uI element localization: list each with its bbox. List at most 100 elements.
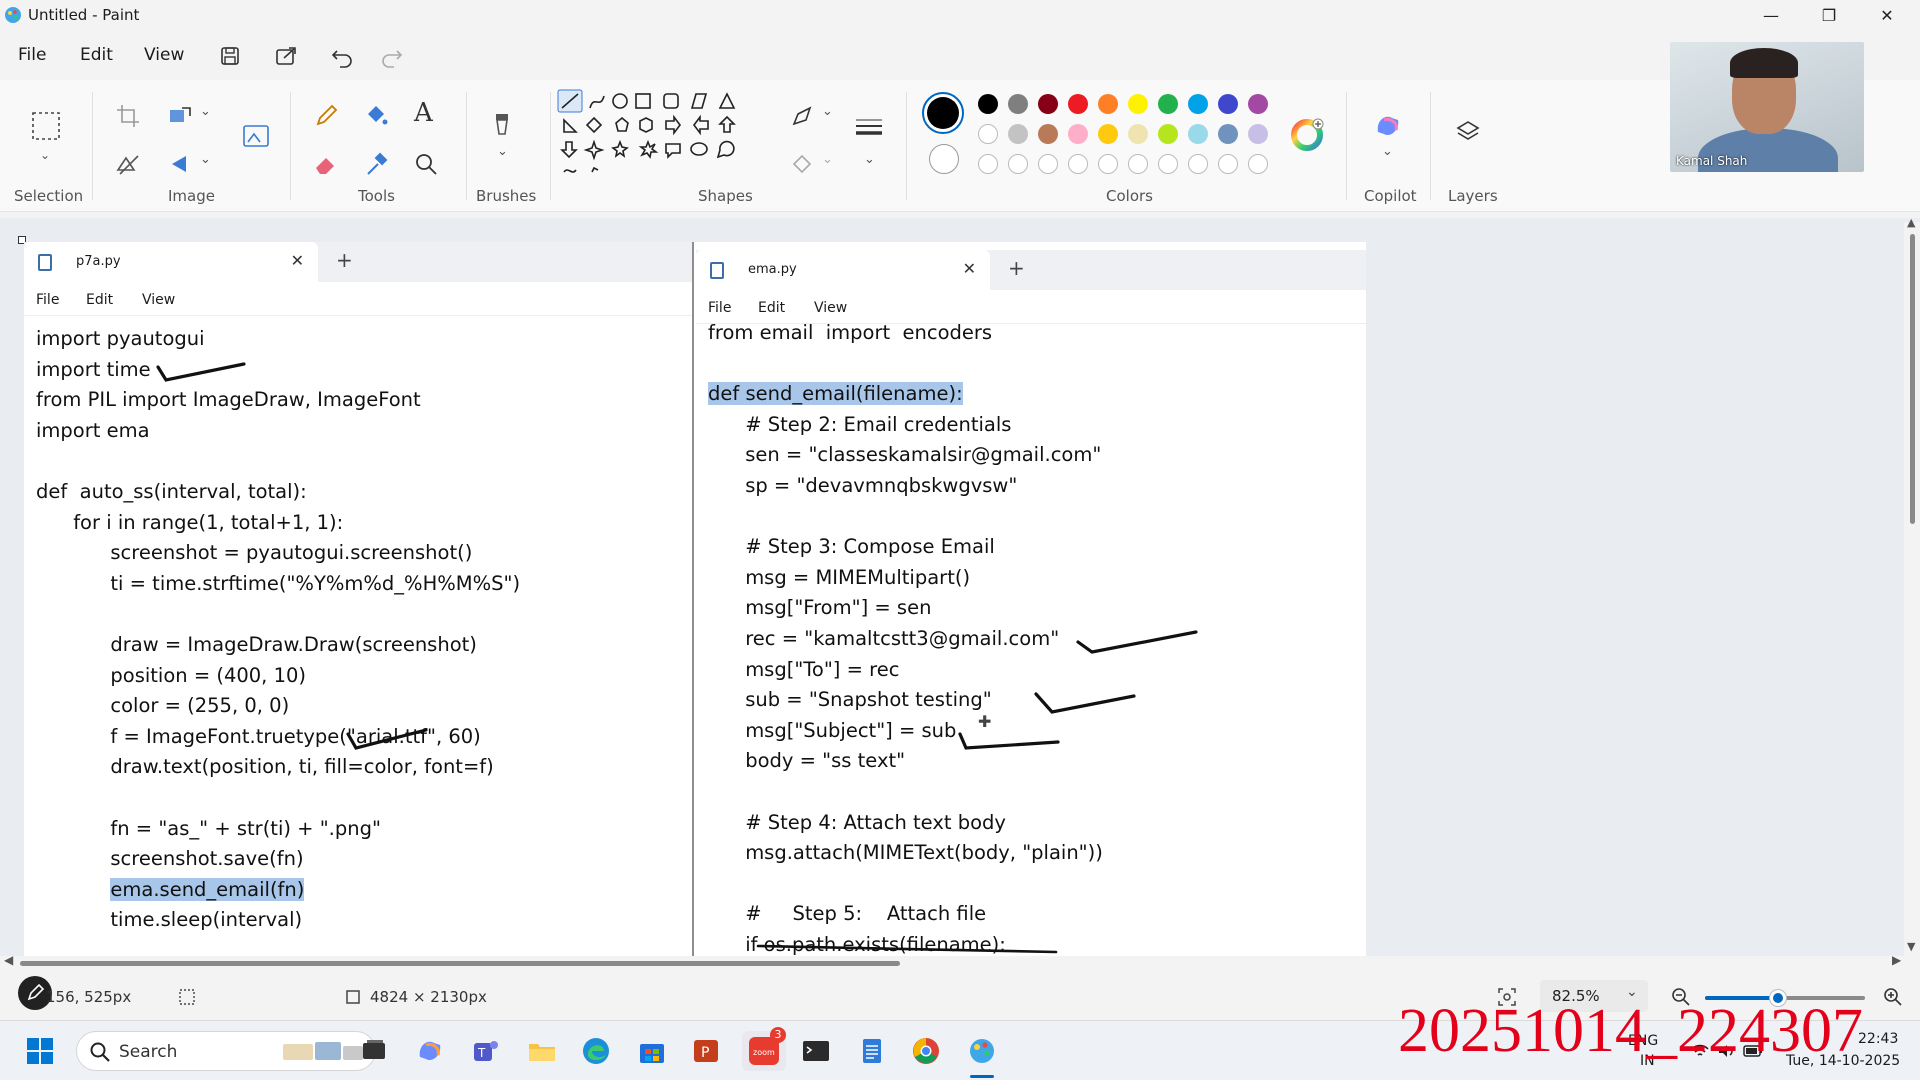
custom-color-slot[interactable] bbox=[1038, 154, 1058, 174]
custom-color-slot[interactable] bbox=[1188, 154, 1208, 174]
redo-icon[interactable] bbox=[378, 42, 406, 70]
color-swatch[interactable] bbox=[1188, 124, 1208, 144]
selection-icon[interactable] bbox=[30, 110, 62, 142]
color-swatch[interactable] bbox=[1158, 124, 1178, 144]
scroll-right-icon[interactable]: ▶ bbox=[1892, 953, 1901, 967]
zoom-app-button[interactable]: zoom 3 bbox=[742, 1027, 786, 1071]
primary-color-button[interactable] bbox=[922, 92, 964, 134]
custom-color-slot[interactable] bbox=[1008, 154, 1028, 174]
powerpoint-icon[interactable]: P bbox=[690, 1035, 722, 1067]
taskbar-search-box[interactable]: Search bbox=[76, 1031, 376, 1071]
color-swatch[interactable] bbox=[1128, 124, 1148, 144]
scrollbar-thumb[interactable] bbox=[1910, 234, 1915, 524]
chevron-down-icon[interactable]: ⌄ bbox=[864, 152, 875, 167]
text-tool-icon[interactable]: A bbox=[414, 98, 433, 128]
color-swatch[interactable] bbox=[1068, 124, 1088, 144]
copilot-icon[interactable] bbox=[1372, 110, 1404, 142]
chevron-down-icon[interactable]: ⌄ bbox=[200, 152, 211, 167]
menu-edit[interactable]: Edit bbox=[80, 45, 113, 65]
chevron-down-icon[interactable]: ⌄ bbox=[200, 104, 211, 119]
custom-color-slot[interactable] bbox=[1218, 154, 1238, 174]
save-icon[interactable] bbox=[216, 42, 244, 70]
stroke-size-icon[interactable] bbox=[852, 114, 886, 142]
clock-time[interactable]: 22:43 bbox=[1858, 1031, 1898, 1047]
color-swatch[interactable] bbox=[1218, 124, 1238, 144]
color-picker-icon[interactable] bbox=[362, 150, 390, 178]
chevron-down-icon[interactable]: ⌄ bbox=[1382, 144, 1393, 159]
terminal-icon[interactable] bbox=[800, 1035, 832, 1067]
resize-icon[interactable] bbox=[166, 102, 194, 130]
vertical-scrollbar[interactable]: ▲ ▼ bbox=[1904, 216, 1920, 956]
color-swatch[interactable] bbox=[1128, 94, 1148, 114]
color-swatch[interactable] bbox=[1188, 94, 1208, 114]
color-swatch[interactable] bbox=[1038, 94, 1058, 114]
code-line: # Step 3: Compose Email bbox=[708, 535, 995, 559]
restore-button[interactable]: ❐ bbox=[1806, 2, 1852, 30]
close-icon: ✕ bbox=[962, 259, 976, 278]
group-label-copilot: Copilot bbox=[1364, 187, 1417, 205]
undo-icon[interactable] bbox=[328, 42, 356, 70]
task-view-icon[interactable] bbox=[358, 1035, 390, 1067]
eraser-icon[interactable] bbox=[312, 150, 340, 178]
chevron-down-icon[interactable]: ⌄ bbox=[822, 152, 833, 167]
custom-color-slot[interactable] bbox=[1068, 154, 1088, 174]
file-explorer-icon[interactable] bbox=[526, 1035, 558, 1067]
crop-icon[interactable] bbox=[114, 102, 142, 130]
custom-color-slot[interactable] bbox=[978, 154, 998, 174]
color-swatch[interactable] bbox=[1158, 94, 1178, 114]
notepad-icon[interactable] bbox=[856, 1035, 888, 1067]
color-swatch[interactable] bbox=[1248, 124, 1268, 144]
chrome-icon[interactable] bbox=[910, 1035, 942, 1067]
remove-background-icon[interactable] bbox=[114, 150, 142, 178]
layers-icon[interactable] bbox=[1454, 118, 1482, 146]
color-swatch[interactable] bbox=[1008, 94, 1028, 114]
drawing-canvas[interactable]: p7a.py ✕ + File Edit View import pyautog… bbox=[24, 242, 1366, 960]
shape-fill-icon[interactable] bbox=[788, 150, 816, 178]
color-swatch[interactable] bbox=[978, 124, 998, 144]
menu-view[interactable]: View bbox=[144, 45, 184, 65]
edge-icon[interactable] bbox=[580, 1035, 612, 1067]
horizontal-scrollbar[interactable]: ◀ ▶ bbox=[0, 953, 1920, 970]
pencil-icon[interactable] bbox=[312, 102, 340, 130]
scroll-left-icon[interactable]: ◀ bbox=[4, 953, 13, 967]
color-swatch[interactable] bbox=[1068, 94, 1088, 114]
paint-taskbar-icon[interactable] bbox=[966, 1035, 998, 1067]
close-window-button[interactable]: ✕ bbox=[1864, 2, 1910, 30]
custom-color-slot[interactable] bbox=[1128, 154, 1148, 174]
shape-outline-icon[interactable] bbox=[788, 102, 816, 130]
custom-color-slot[interactable] bbox=[1248, 154, 1268, 174]
menu-file[interactable]: File bbox=[18, 45, 46, 65]
chevron-down-icon[interactable]: ⌄ bbox=[40, 148, 50, 162]
edit-colors-icon[interactable] bbox=[1290, 116, 1326, 152]
teams-icon[interactable]: T bbox=[470, 1035, 502, 1067]
microsoft-store-icon[interactable] bbox=[636, 1035, 668, 1067]
color-swatch[interactable] bbox=[1098, 124, 1118, 144]
scrollbar-thumb[interactable] bbox=[20, 961, 900, 966]
chevron-down-icon[interactable]: ⌄ bbox=[497, 144, 508, 159]
code-line: draw.text(position, ti, fill=color, font… bbox=[36, 755, 494, 779]
secondary-color-button[interactable] bbox=[929, 144, 959, 174]
rotate-icon[interactable] bbox=[166, 150, 194, 178]
color-swatch[interactable] bbox=[1098, 94, 1118, 114]
windows-start-icon[interactable] bbox=[24, 1035, 56, 1067]
share-icon[interactable] bbox=[272, 42, 300, 70]
color-swatch[interactable] bbox=[978, 94, 998, 114]
highlighted-code: ema.send_email(fn) bbox=[110, 877, 305, 901]
color-swatch[interactable] bbox=[1038, 124, 1058, 144]
custom-color-slot[interactable] bbox=[1158, 154, 1178, 174]
color-swatch[interactable] bbox=[1248, 94, 1268, 114]
image-generator-icon[interactable] bbox=[240, 120, 272, 152]
custom-color-slot[interactable] bbox=[1098, 154, 1118, 174]
scroll-down-icon[interactable]: ▼ bbox=[1907, 940, 1915, 953]
brush-icon[interactable] bbox=[488, 110, 516, 138]
copilot-taskbar-icon[interactable] bbox=[414, 1035, 446, 1067]
zoom-in-icon[interactable] bbox=[1882, 986, 1904, 1008]
color-swatch[interactable] bbox=[1218, 94, 1238, 114]
scroll-up-icon[interactable]: ▲ bbox=[1907, 216, 1915, 229]
chevron-down-icon[interactable]: ⌄ bbox=[822, 104, 833, 119]
notepad-menu-view: View bbox=[814, 300, 848, 316]
color-swatch[interactable] bbox=[1008, 124, 1028, 144]
fill-bucket-icon[interactable] bbox=[362, 102, 390, 130]
magnifier-icon[interactable] bbox=[412, 150, 440, 178]
minimize-button[interactable]: — bbox=[1748, 2, 1794, 30]
